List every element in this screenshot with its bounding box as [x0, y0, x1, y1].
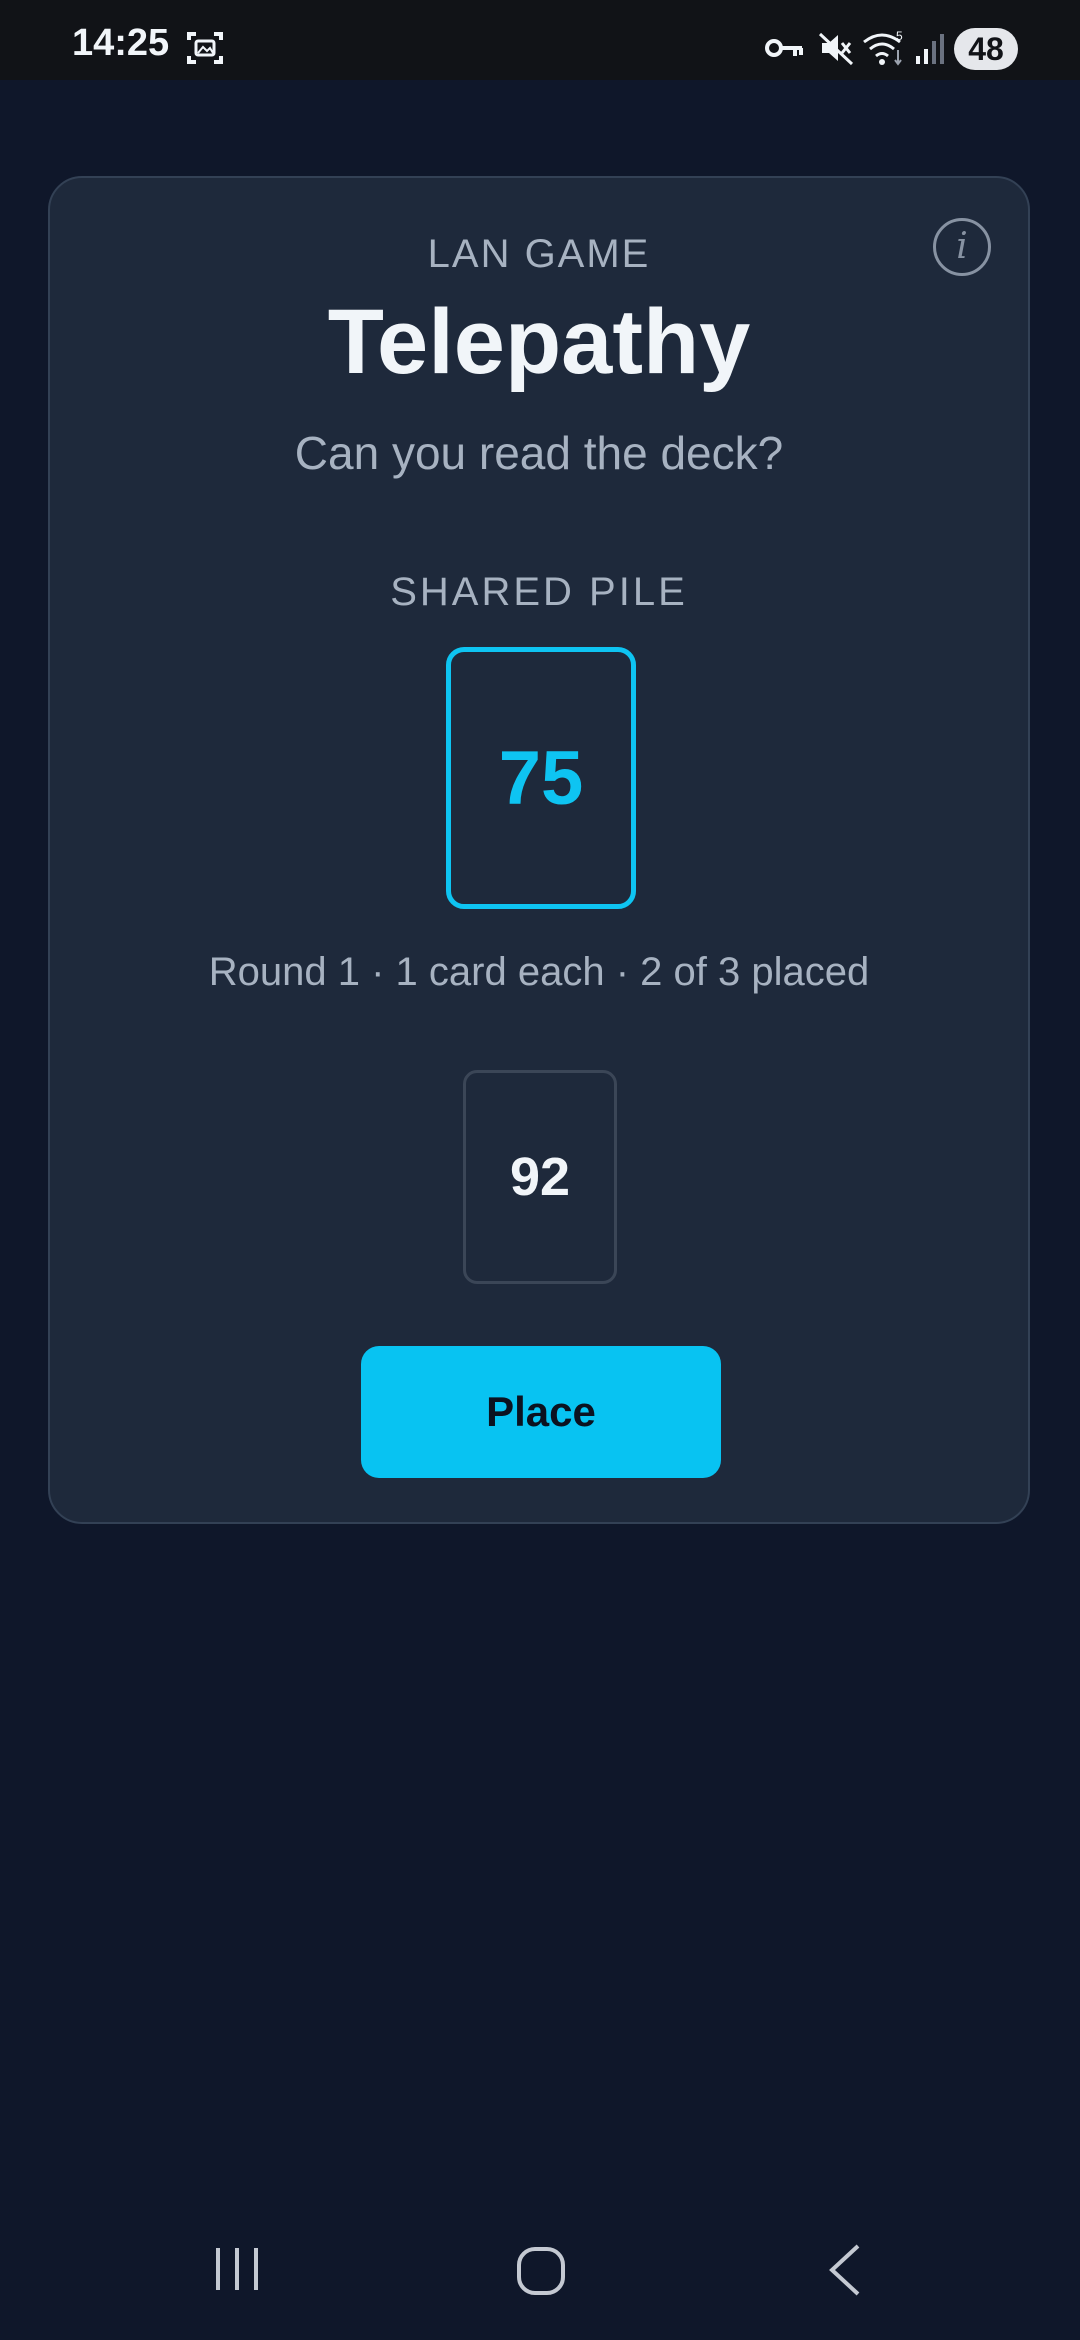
status-bar: 14:25 5 48 — [0, 0, 1080, 80]
key-icon — [764, 36, 806, 65]
battery-badge: 48 — [954, 28, 1018, 70]
page-subtitle: Can you read the deck? — [294, 427, 784, 479]
shared-pile-label: SHARED PILE — [390, 570, 688, 614]
shared-pile-value: 75 — [498, 735, 584, 821]
back-icon[interactable] — [826, 2244, 862, 2301]
game-card: i LAN GAME Telepathy Can you read the de… — [48, 176, 1030, 1524]
hand-card[interactable]: 92 — [463, 1070, 617, 1284]
mute-icon — [818, 30, 854, 71]
signal-icon — [914, 32, 944, 71]
round-status: Round 1 · 1 card each · 2 of 3 placed — [208, 950, 870, 994]
shared-pile-card: 75 — [446, 647, 636, 909]
status-time: 14:25 — [72, 22, 170, 64]
svg-text:5: 5 — [896, 30, 903, 43]
recent-apps-icon[interactable] — [212, 2244, 262, 2299]
home-icon[interactable] — [516, 2246, 566, 2301]
screenshot-icon — [186, 30, 224, 71]
hand-card-value: 92 — [509, 1147, 571, 1207]
navigation-bar — [0, 2200, 1080, 2340]
page-title: Telepathy — [327, 291, 751, 393]
wifi-icon: 5 — [862, 29, 906, 73]
game-mode-label: LAN GAME — [427, 232, 651, 276]
place-button[interactable]: Place — [361, 1346, 721, 1478]
